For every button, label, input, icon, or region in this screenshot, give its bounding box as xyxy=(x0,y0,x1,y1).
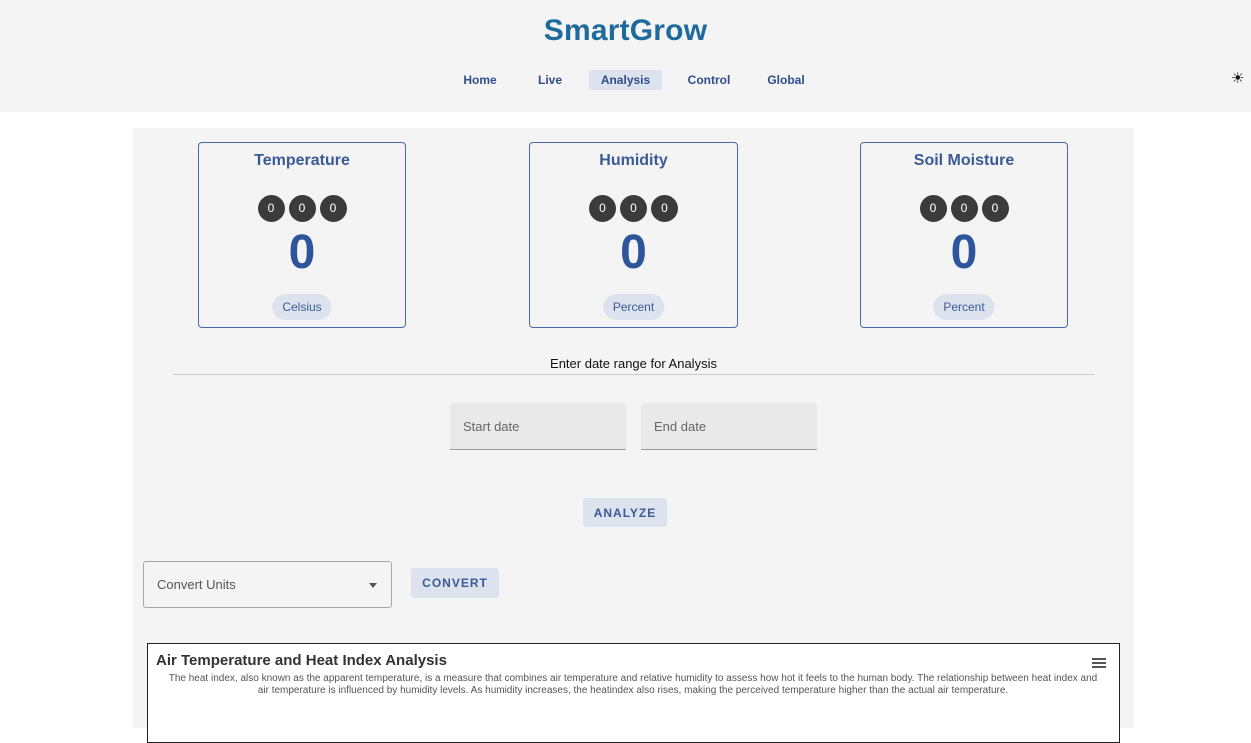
card-title: Humidity xyxy=(599,152,668,169)
nav-item-home[interactable]: Home xyxy=(455,70,505,90)
card-title: Temperature xyxy=(254,152,350,169)
digit-counter: 000 xyxy=(530,195,737,222)
soil-moisture-card: Soil Moisture 000 0 Percent xyxy=(860,142,1068,328)
brand-title: SmartGrow xyxy=(543,14,708,47)
convert-units-select[interactable]: Convert Units xyxy=(143,561,392,608)
main-nav: Home Live Analysis Control Global xyxy=(0,70,1251,90)
chart-title: Air Temperature and Heat Index Analysis xyxy=(156,652,447,669)
digit: 0 xyxy=(257,195,285,222)
select-label: Convert Units xyxy=(157,577,236,592)
card-title: Soil Moisture xyxy=(913,152,1015,169)
start-date-input[interactable] xyxy=(450,403,626,449)
analyze-button[interactable]: ANALYZE xyxy=(583,498,667,527)
digit: 0 xyxy=(288,195,316,222)
menu-icon[interactable] xyxy=(1092,658,1106,669)
reading-value: 0 xyxy=(288,226,316,279)
caret-down-icon xyxy=(369,583,377,588)
nav-item-live[interactable]: Live xyxy=(530,70,570,90)
digit: 0 xyxy=(319,195,347,222)
nav-item-analysis[interactable]: Analysis xyxy=(589,70,662,90)
convert-button[interactable]: CONVERT xyxy=(411,568,499,598)
divider xyxy=(173,374,1094,375)
humidity-card: Humidity 000 0 Percent xyxy=(529,142,738,328)
digit: 0 xyxy=(620,195,647,222)
digit: 0 xyxy=(981,195,1009,222)
digit: 0 xyxy=(919,195,947,222)
unit-chip[interactable]: Percent xyxy=(602,294,665,320)
end-date-field[interactable] xyxy=(641,403,817,450)
digit: 0 xyxy=(651,195,678,222)
digit-counter: 000 xyxy=(199,195,405,222)
reading-value: 0 xyxy=(950,226,978,279)
digit: 0 xyxy=(950,195,978,222)
reading-value: 0 xyxy=(620,226,647,279)
digit-counter: 000 xyxy=(861,195,1067,222)
unit-chip[interactable]: Percent xyxy=(933,294,995,320)
main-content: Temperature 000 0 Celsius Humidity 000 0… xyxy=(133,128,1134,743)
chart-description: The heat index, also known as the appare… xyxy=(168,673,1098,696)
heat-index-chart-panel: Air Temperature and Heat Index Analysis … xyxy=(147,643,1120,743)
app-header: SmartGrow Home Live Analysis Control Glo… xyxy=(0,0,1251,112)
end-date-input[interactable] xyxy=(641,403,817,449)
temperature-card: Temperature 000 0 Celsius xyxy=(198,142,406,328)
sun-icon[interactable]: ☀ xyxy=(1231,71,1244,87)
start-date-field[interactable] xyxy=(450,403,626,450)
digit: 0 xyxy=(589,195,616,222)
nav-item-global[interactable]: Global xyxy=(760,70,812,90)
unit-chip[interactable]: Celsius xyxy=(272,294,332,320)
date-range-label: Enter date range for Analysis xyxy=(550,356,717,371)
nav-item-control[interactable]: Control xyxy=(681,70,737,90)
